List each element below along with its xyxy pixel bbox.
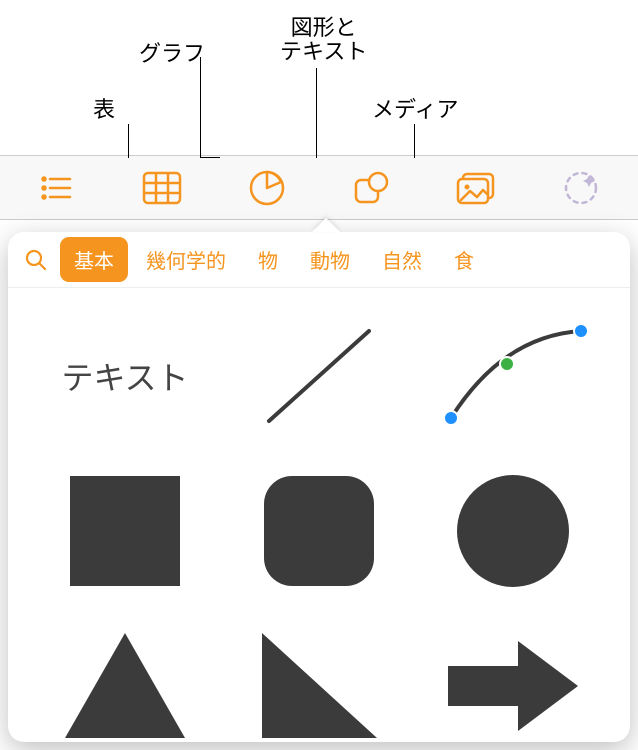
shapes-popover: 基本 幾何学的 物 動物 自然 食 テキスト <box>0 220 638 742</box>
shape-triangle[interactable] <box>28 608 222 742</box>
annotation-line <box>200 57 201 157</box>
list-icon <box>40 174 74 202</box>
animate-button[interactable] <box>533 156 628 219</box>
square-icon <box>65 471 185 591</box>
toolbar <box>0 155 638 220</box>
sparkle-icon <box>561 169 601 207</box>
shape-arrow-right[interactable] <box>416 608 610 742</box>
shape-right-triangle[interactable] <box>222 608 416 742</box>
shape-rounded-square[interactable] <box>222 453 416 608</box>
search-icon <box>24 248 48 272</box>
annotation-line <box>200 157 220 158</box>
chart-button[interactable] <box>219 156 314 219</box>
table-button[interactable] <box>115 156 210 219</box>
outline-button[interactable] <box>10 156 105 219</box>
arrow-right-icon <box>443 636 583 736</box>
category-tab-objects[interactable]: 物 <box>244 237 292 282</box>
text-shape-label: テキスト <box>61 353 188 399</box>
circle-icon <box>453 471 573 591</box>
shape-line[interactable] <box>222 298 416 453</box>
shapes-icon <box>352 170 390 206</box>
shape-curve[interactable] <box>416 298 610 453</box>
shape-circle[interactable] <box>416 453 610 608</box>
media-button[interactable] <box>429 156 524 219</box>
popover-caret <box>312 218 340 232</box>
shapes-grid: テキスト <box>8 288 630 742</box>
media-icon <box>455 170 497 206</box>
category-tab-basic[interactable]: 基本 <box>60 237 128 282</box>
annotation-line <box>128 124 129 158</box>
category-tab-geometric[interactable]: 幾何学的 <box>132 237 240 282</box>
search-button[interactable] <box>16 248 56 272</box>
annotation-line <box>316 68 317 158</box>
triangle-icon <box>60 628 190 742</box>
annotation-media: メディア <box>372 98 458 122</box>
curve-icon <box>433 316 593 436</box>
line-icon <box>249 316 389 436</box>
shapes-button[interactable] <box>324 156 419 219</box>
right-triangle-icon <box>257 628 382 742</box>
annotation-layer: 表 グラフ 図形と テキスト メディア <box>0 0 638 155</box>
table-icon <box>142 171 182 205</box>
category-tab-animals[interactable]: 動物 <box>296 237 364 282</box>
shape-square[interactable] <box>28 453 222 608</box>
pie-chart-icon <box>248 169 286 207</box>
annotation-table: 表 <box>93 98 115 122</box>
annotation-shapes-text: 図形と テキスト <box>280 16 367 64</box>
annotation-line <box>414 124 415 158</box>
category-tab-food[interactable]: 食 <box>440 237 488 282</box>
annotation-chart: グラフ <box>139 42 205 66</box>
category-tabs: 基本 幾何学的 物 動物 自然 食 <box>8 232 630 288</box>
category-tab-nature[interactable]: 自然 <box>368 237 436 282</box>
rounded-square-icon <box>259 471 379 591</box>
shape-text[interactable]: テキスト <box>28 298 222 453</box>
